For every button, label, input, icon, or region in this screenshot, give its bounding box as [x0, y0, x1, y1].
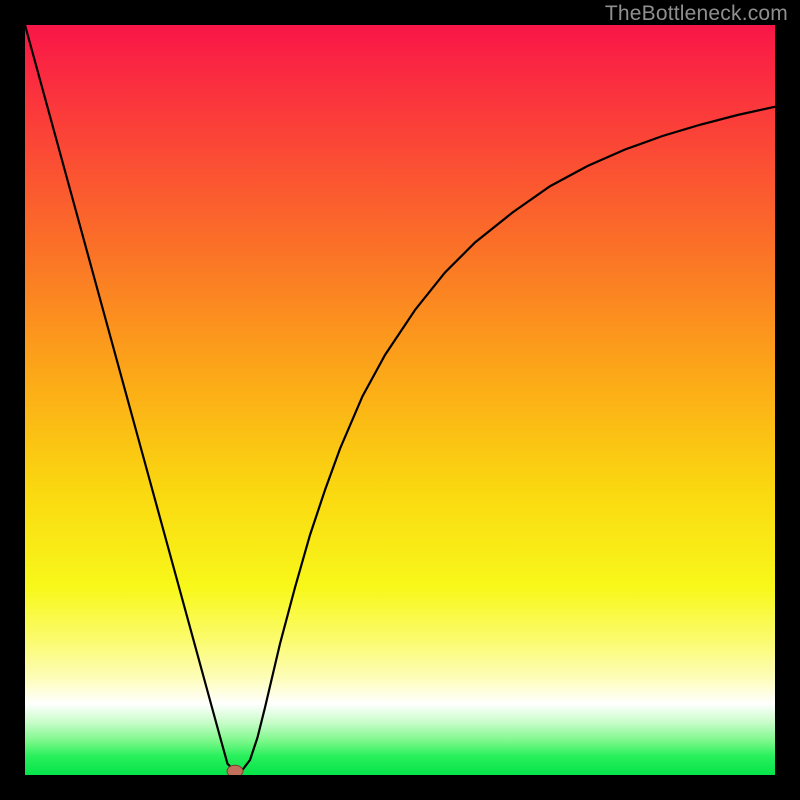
- chart-svg: [25, 25, 775, 775]
- minimum-marker: [227, 765, 243, 775]
- bottleneck-curve: [25, 25, 775, 771]
- plot-area: [25, 25, 775, 775]
- outer-frame: TheBottleneck.com: [0, 0, 800, 800]
- watermark-text: TheBottleneck.com: [605, 2, 788, 26]
